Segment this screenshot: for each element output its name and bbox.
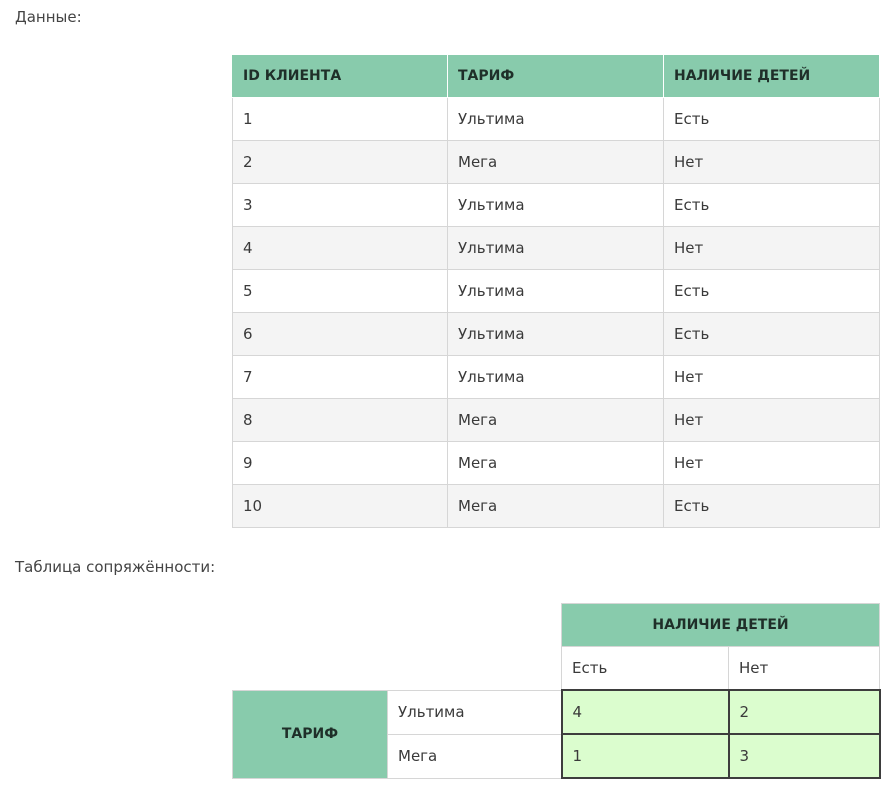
children-cell: Есть <box>663 269 880 313</box>
count-cell: 3 <box>727 733 881 779</box>
count-cell: 2 <box>727 689 881 735</box>
table-row: 7 Ультима Нет <box>232 355 880 399</box>
table-row: 3 Ультима Есть <box>232 183 880 227</box>
tariff-cell: Ультима <box>447 183 664 227</box>
client-id-cell: 5 <box>232 269 448 313</box>
row-label-mega: Мега <box>387 733 562 779</box>
client-id-cell: 3 <box>232 183 448 227</box>
contingency-row: ТАРИФ Ультима 4 2 <box>232 689 881 779</box>
client-id-cell: 8 <box>232 398 448 442</box>
contingency-table: НАЛИЧИЕ ДЕТЕЙ Есть Нет ТАРИФ Ультима 4 2… <box>232 603 881 779</box>
tariff-cell: Ультима <box>447 97 664 141</box>
table-row: 1 Ультима Есть <box>232 97 880 141</box>
column-header-no: Нет <box>727 646 881 691</box>
client-id-cell: 4 <box>232 226 448 270</box>
children-cell: Нет <box>663 226 880 270</box>
empty-corner <box>232 646 562 690</box>
tariff-cell: Мега <box>447 484 664 528</box>
client-id-cell: 2 <box>232 140 448 184</box>
tariff-cell: Мега <box>447 140 664 184</box>
children-cell: Есть <box>663 312 880 356</box>
table-row: 9 Мега Нет <box>232 441 880 485</box>
table-row: 6 Ультима Есть <box>232 312 880 356</box>
client-id-cell: 7 <box>232 355 448 399</box>
contingency-caption: Таблица сопряжённости: <box>15 558 216 576</box>
table-row: 4 Ультима Нет <box>232 226 880 270</box>
tariff-group-header: ТАРИФ <box>232 689 388 779</box>
tariff-cell: Мега <box>447 398 664 442</box>
column-header-yes: Есть <box>561 646 729 691</box>
client-id-cell: 6 <box>232 312 448 356</box>
column-header-tariff: ТАРИФ <box>447 54 664 98</box>
tariff-cell: Ультима <box>447 226 664 270</box>
data-caption: Данные: <box>15 8 82 26</box>
children-cell: Есть <box>663 484 880 528</box>
tariff-cell: Ультима <box>447 355 664 399</box>
children-group-header: НАЛИЧИЕ ДЕТЕЙ <box>560 603 881 647</box>
contingency-subheader-row: Есть Нет <box>232 646 881 691</box>
children-cell: Есть <box>663 183 880 227</box>
count-cell: 4 <box>560 689 730 735</box>
table-row: 2 Мега Нет <box>232 140 880 184</box>
children-cell: Нет <box>663 140 880 184</box>
table-row: 10 Мега Есть <box>232 484 880 528</box>
tariff-cell: Ультима <box>447 312 664 356</box>
tariff-cell: Мега <box>447 441 664 485</box>
client-id-cell: 9 <box>232 441 448 485</box>
client-id-cell: 10 <box>232 484 448 528</box>
data-table: ID КЛИЕНТА ТАРИФ НАЛИЧИЕ ДЕТЕЙ 1 Ультима… <box>232 54 880 528</box>
row-label-ultima: Ультима <box>387 689 562 735</box>
children-cell: Есть <box>663 97 880 141</box>
contingency-header-row: НАЛИЧИЕ ДЕТЕЙ <box>232 603 881 647</box>
table-row: 5 Ультима Есть <box>232 269 880 313</box>
tariff-cell: Ультима <box>447 269 664 313</box>
table-header-row: ID КЛИЕНТА ТАРИФ НАЛИЧИЕ ДЕТЕЙ <box>232 54 880 98</box>
empty-corner <box>232 603 562 647</box>
column-header-children: НАЛИЧИЕ ДЕТЕЙ <box>663 54 880 98</box>
count-cell: 1 <box>560 733 730 779</box>
table-row: 8 Мега Нет <box>232 398 880 442</box>
children-cell: Нет <box>663 441 880 485</box>
client-id-cell: 1 <box>232 97 448 141</box>
children-cell: Нет <box>663 398 880 442</box>
children-cell: Нет <box>663 355 880 399</box>
column-header-client-id: ID КЛИЕНТА <box>232 54 448 98</box>
